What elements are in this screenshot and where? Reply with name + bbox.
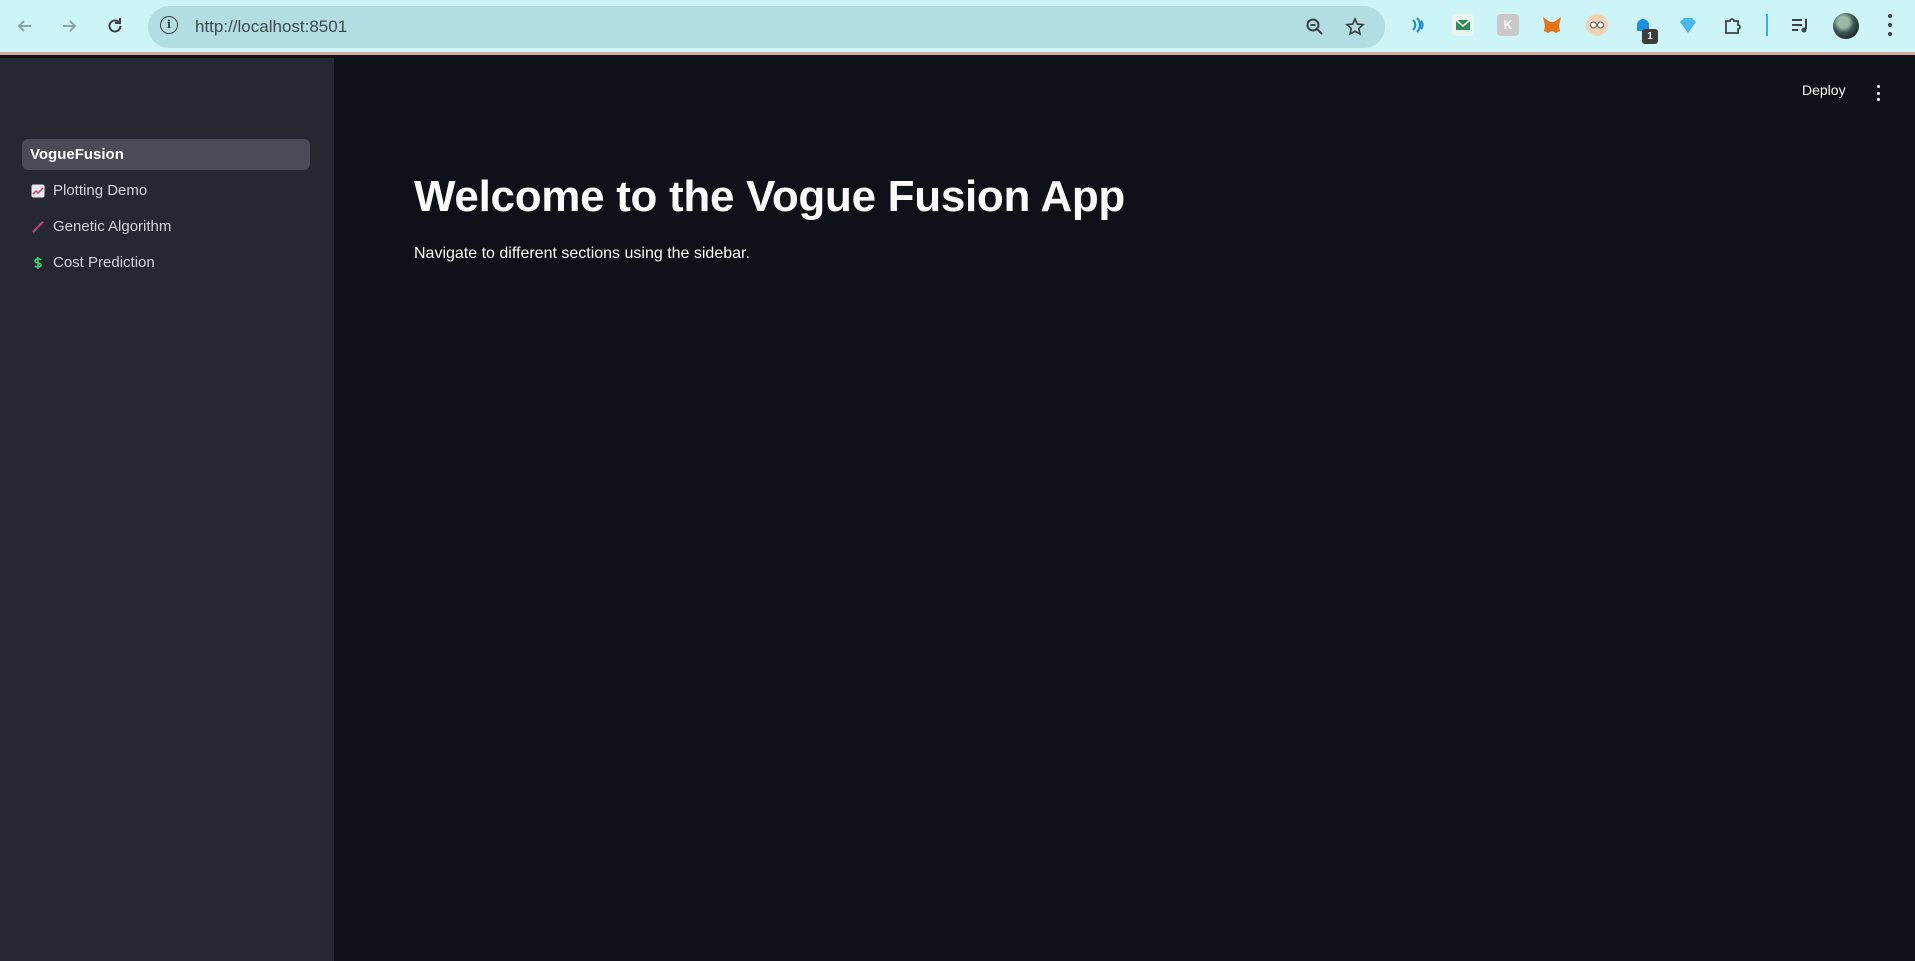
deploy-button[interactable]: Deploy [1802, 82, 1846, 98]
media-controls-icon[interactable] [1789, 14, 1811, 36]
main-menu-kebab-icon[interactable] [1875, 85, 1881, 101]
zoom-icon[interactable] [1304, 16, 1326, 38]
toolbar-separator [1766, 14, 1768, 36]
extension-wave-icon[interactable] [1407, 14, 1429, 36]
site-info-icon[interactable]: i [160, 16, 178, 34]
sidebar-item-label: Cost Prediction [53, 254, 155, 271]
sidebar-item-label: Genetic Algorithm [53, 218, 172, 235]
extension-mail-icon[interactable] [1452, 14, 1474, 36]
sidebar-item-label: Plotting Demo [53, 182, 148, 199]
chart-increasing-icon [30, 183, 45, 198]
sidebar-item-plotting-demo[interactable]: Plotting Demo [22, 175, 310, 206]
extension-diamond-icon[interactable] [1677, 14, 1699, 36]
sidebar-item-genetic-algorithm[interactable]: Genetic Algorithm [22, 211, 310, 242]
sidebar-item-cost-prediction[interactable]: Cost Prediction [22, 247, 310, 278]
extensions-puzzle-icon[interactable] [1722, 14, 1744, 36]
dollar-sign-icon [30, 255, 45, 270]
profile-avatar[interactable] [1833, 13, 1859, 39]
browser-toolbar: i http://localhost:8501 K 1 [0, 0, 1915, 55]
page-subtitle: Navigate to different sections using the… [414, 245, 750, 262]
url-text[interactable]: http://localhost:8501 [195, 17, 347, 37]
menu-kebab-icon[interactable] [1885, 12, 1895, 38]
sidebar-item-voguefusion[interactable]: VogueFusion [22, 139, 310, 170]
extension-fox-icon[interactable] [1541, 14, 1563, 36]
dna-icon [30, 219, 45, 234]
extension-face-icon[interactable] [1586, 14, 1608, 36]
page-title: Welcome to the Vogue Fusion App [414, 172, 1126, 221]
address-bar[interactable]: i http://localhost:8501 [148, 6, 1385, 48]
extension-k-icon[interactable]: K [1497, 14, 1519, 36]
sidebar-item-label: VogueFusion [30, 146, 124, 163]
extension-badge-count: 1 [1642, 29, 1658, 44]
forward-icon[interactable] [55, 12, 83, 40]
reload-icon[interactable] [101, 12, 129, 40]
back-icon[interactable] [11, 12, 39, 40]
bookmark-star-icon[interactable] [1344, 16, 1366, 38]
sidebar: VogueFusion Plotting Demo Genetic Algori… [0, 58, 334, 961]
